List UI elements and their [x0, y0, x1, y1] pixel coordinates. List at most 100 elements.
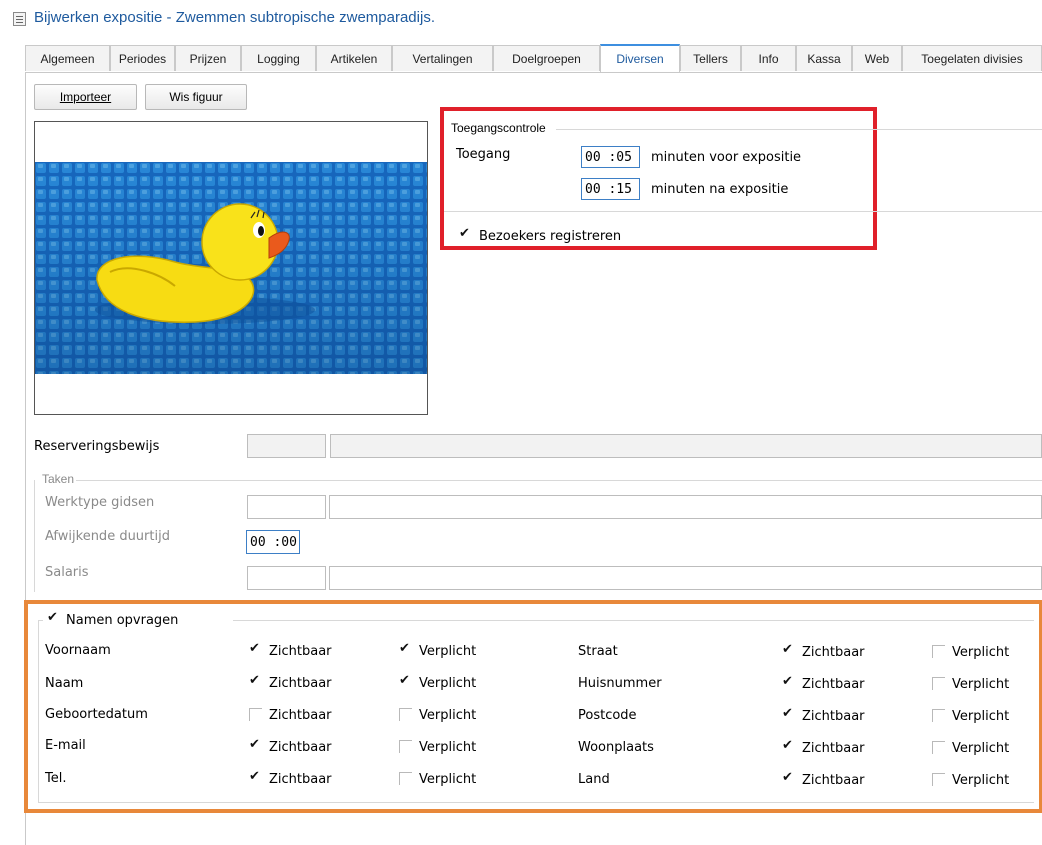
register-visitors-label: Bezoekers registreren: [479, 229, 622, 244]
straat-visible-checkbox[interactable]: [782, 642, 795, 658]
tasks-group-left-line: [34, 480, 35, 592]
request-names-label: Namen opvragen: [66, 613, 179, 628]
field-tel-label: Tel.: [45, 771, 67, 786]
tab-prijzen[interactable]: Prijzen: [175, 45, 241, 71]
tab-web[interactable]: Web: [852, 45, 902, 71]
register-visitors-checkbox[interactable]: [459, 226, 472, 242]
geboortedatum-visible-label: Zichtbaar: [269, 708, 332, 723]
duration-label: Afwijkende duurtijd: [45, 529, 170, 544]
import-button-label: Importeer: [59, 90, 112, 104]
minutes-before-label: minuten voor expositie: [651, 150, 802, 165]
field-geboortedatum-label: Geboortedatum: [45, 707, 148, 722]
worktype-description-field[interactable]: [329, 495, 1042, 519]
clear-image-button-label: Wis figuur: [169, 90, 223, 104]
access-label: Toegang: [456, 147, 511, 162]
voornaam-required-label: Verplicht: [419, 644, 477, 659]
tab-kassa[interactable]: Kassa: [796, 45, 852, 71]
field-voornaam-label: Voornaam: [45, 643, 111, 658]
geboortedatum-required-checkbox[interactable]: [399, 708, 412, 721]
minutes-before-input[interactable]: 00 :05: [581, 146, 640, 168]
tab-vertalingen[interactable]: Vertalingen: [392, 45, 493, 71]
worktype-label: Werktype gidsen: [45, 495, 155, 510]
request-names-checkbox[interactable]: [47, 610, 60, 626]
tel-required-checkbox[interactable]: [399, 772, 412, 785]
land-required-label: Verplicht: [952, 773, 1010, 788]
field-naam-label: Naam: [45, 676, 84, 691]
naam-visible-checkbox[interactable]: [249, 673, 262, 689]
email-required-checkbox[interactable]: [399, 740, 412, 753]
rubber-duck-image: [35, 162, 427, 374]
tel-required-label: Verplicht: [419, 772, 477, 787]
geboortedatum-visible-checkbox[interactable]: [249, 708, 262, 721]
field-straat-label: Straat: [578, 644, 618, 659]
postcode-required-checkbox[interactable]: [932, 709, 945, 722]
access-group-title: Toegangscontrole: [449, 121, 548, 135]
names-highlight: [24, 600, 1042, 813]
salary-code-field[interactable]: [247, 566, 326, 590]
names-group-left-line: [38, 620, 39, 802]
straat-required-checkbox[interactable]: [932, 645, 945, 658]
naam-required-checkbox[interactable]: [399, 673, 412, 689]
form-icon: [13, 12, 26, 26]
huisnummer-visible-label: Zichtbaar: [802, 677, 865, 692]
tab-algemeen[interactable]: Algemeen: [25, 45, 110, 71]
land-required-checkbox[interactable]: [932, 773, 945, 786]
email-visible-label: Zichtbaar: [269, 740, 332, 755]
tab-toegelaten-divisies[interactable]: Toegelaten divisies: [902, 45, 1042, 71]
tab-logging[interactable]: Logging: [241, 45, 316, 71]
field-postcode-label: Postcode: [578, 708, 637, 723]
huisnummer-required-label: Verplicht: [952, 677, 1010, 692]
email-visible-checkbox[interactable]: [249, 737, 262, 753]
field-land-label: Land: [578, 772, 610, 787]
huisnummer-required-checkbox[interactable]: [932, 677, 945, 690]
import-button[interactable]: Importeer: [34, 84, 137, 110]
window-title: Bijwerken expositie - Zwemmen subtropisc…: [34, 9, 435, 26]
salary-label: Salaris: [45, 565, 89, 580]
field-woonplaats-label: Woonplaats: [578, 740, 654, 755]
salary-description-field[interactable]: [329, 566, 1042, 590]
tab-artikelen[interactable]: Artikelen: [316, 45, 392, 71]
worktype-code-field[interactable]: [247, 495, 326, 519]
huisnummer-visible-checkbox[interactable]: [782, 674, 795, 690]
tasks-group-line: [40, 480, 1042, 481]
straat-required-label: Verplicht: [952, 645, 1010, 660]
naam-required-label: Verplicht: [419, 676, 477, 691]
tab-doelgroepen[interactable]: Doelgroepen: [493, 45, 600, 71]
tel-visible-checkbox[interactable]: [249, 769, 262, 785]
access-group-line: [556, 129, 1042, 130]
geboortedatum-required-label: Verplicht: [419, 708, 477, 723]
voornaam-visible-checkbox[interactable]: [249, 641, 262, 657]
title-bar: Bijwerken expositie - Zwemmen subtropisc…: [0, 0, 1042, 40]
access-separator: [444, 211, 1042, 212]
email-required-label: Verplicht: [419, 740, 477, 755]
postcode-visible-label: Zichtbaar: [802, 709, 865, 724]
minutes-after-input[interactable]: 00 :15: [581, 178, 640, 200]
names-group-bottom-line: [38, 802, 1034, 803]
tasks-group-title: Taken: [40, 472, 77, 486]
field-huisnummer-label: Huisnummer: [578, 676, 662, 691]
tab-tellers[interactable]: Tellers: [680, 45, 741, 71]
woonplaats-required-checkbox[interactable]: [932, 741, 945, 754]
straat-visible-label: Zichtbaar: [802, 645, 865, 660]
minutes-after-label: minuten na expositie: [651, 182, 789, 197]
reservation-code-field[interactable]: [247, 434, 326, 458]
reservation-description-field[interactable]: [330, 434, 1042, 458]
duration-input[interactable]: 00 :00: [246, 530, 300, 554]
postcode-visible-checkbox[interactable]: [782, 706, 795, 722]
tab-info[interactable]: Info: [741, 45, 796, 71]
woonplaats-visible-label: Zichtbaar: [802, 741, 865, 756]
land-visible-checkbox[interactable]: [782, 770, 795, 786]
tab-diversen[interactable]: Diversen: [600, 44, 680, 72]
naam-visible-label: Zichtbaar: [269, 676, 332, 691]
tab-periodes[interactable]: Periodes: [110, 45, 175, 71]
land-visible-label: Zichtbaar: [802, 773, 865, 788]
woonplaats-visible-checkbox[interactable]: [782, 738, 795, 754]
postcode-required-label: Verplicht: [952, 709, 1010, 724]
voornaam-required-checkbox[interactable]: [399, 641, 412, 657]
clear-image-button[interactable]: Wis figuur: [145, 84, 247, 110]
tel-visible-label: Zichtbaar: [269, 772, 332, 787]
reservation-label: Reserveringsbewijs: [34, 439, 160, 454]
tab-bar: Algemeen Periodes Prijzen Logging Artike…: [25, 44, 1042, 73]
field-email-label: E-mail: [45, 738, 86, 753]
woonplaats-required-label: Verplicht: [952, 741, 1010, 756]
